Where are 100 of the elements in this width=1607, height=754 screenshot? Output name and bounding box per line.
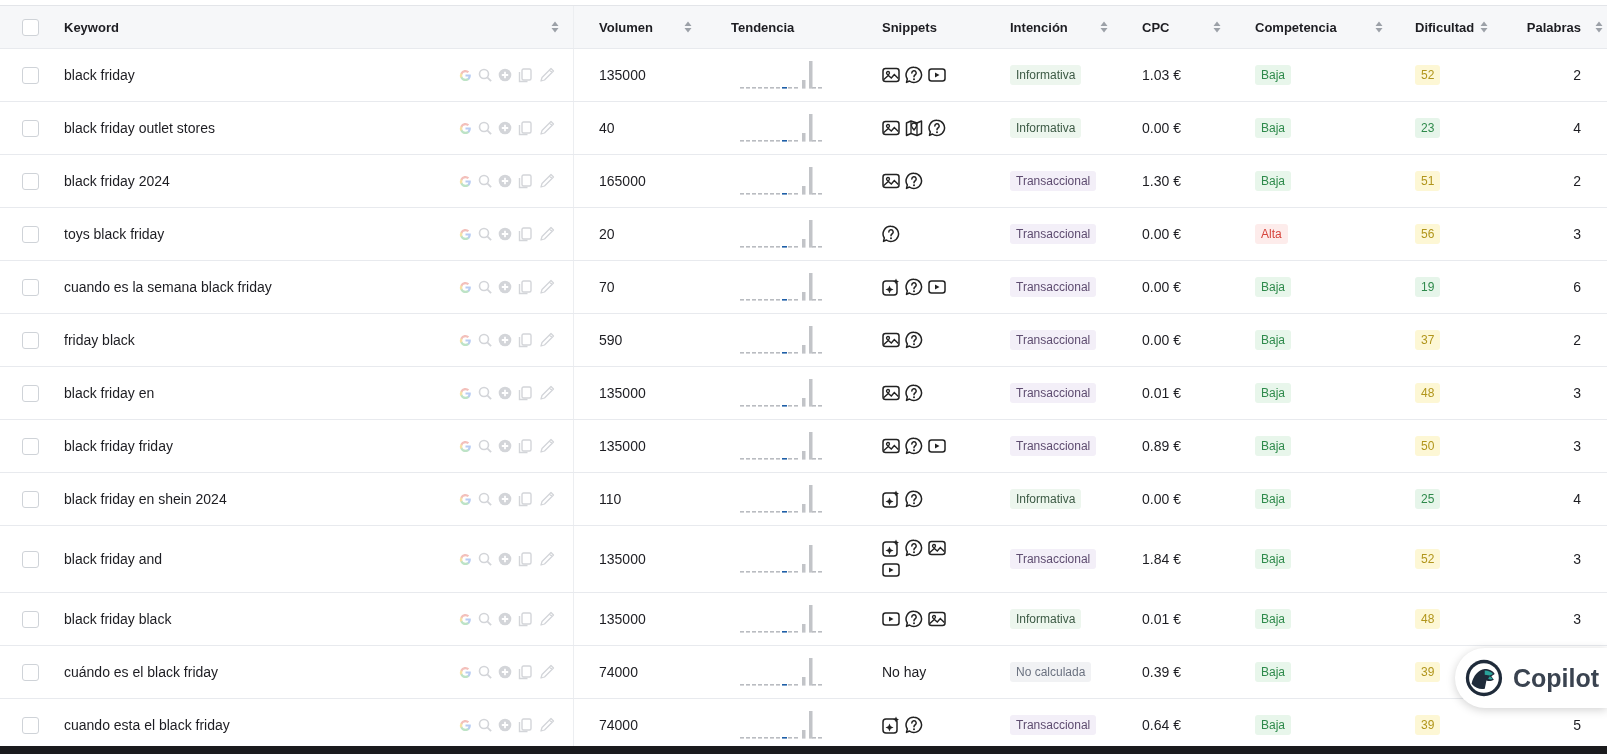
word-count: 4 (1573, 491, 1581, 507)
volume-text: 110 (599, 491, 622, 507)
keyword-text: toys black friday (64, 226, 165, 242)
competition-tag: Baja (1255, 662, 1292, 682)
competition-tag: Baja (1255, 118, 1292, 138)
word-count: 4 (1573, 120, 1581, 136)
cpc-text: 0.00 € (1142, 279, 1181, 295)
keyword-text: black friday outlet stores (64, 120, 215, 136)
volume-text: 590 (599, 332, 623, 348)
keyword-text: black friday and (64, 551, 163, 567)
column-header[interactable]: Keyword (64, 19, 119, 35)
word-count: 2 (1573, 67, 1581, 83)
cpc-text: 0.00 € (1142, 120, 1181, 136)
competition-tag: Baja (1255, 436, 1292, 456)
volume-text: 135000 (599, 67, 646, 83)
intent-tag: Informativa (1010, 65, 1082, 85)
difficulty-tag: 39 (1415, 662, 1441, 682)
volume-text: 135000 (599, 385, 646, 401)
keyword-text: cuándo es el black friday (64, 664, 219, 680)
difficulty-tag: 52 (1415, 549, 1441, 569)
difficulty-tag: 52 (1415, 65, 1441, 85)
keyword-text: black friday (64, 67, 135, 83)
intent-tag: Informativa (1010, 489, 1082, 509)
keyword-text: cuando esta el black friday (64, 717, 230, 733)
competition-tag: Baja (1255, 715, 1292, 735)
difficulty-tag: 19 (1415, 277, 1441, 297)
difficulty-tag: 37 (1415, 330, 1441, 350)
word-count: 3 (1573, 385, 1581, 401)
intent-tag: Transaccional (1010, 715, 1097, 735)
intent-tag: Transaccional (1010, 171, 1097, 191)
column-header[interactable]: Palabras (1526, 19, 1581, 35)
competition-tag: Baja (1255, 330, 1292, 350)
keyword-text: black friday friday (64, 438, 173, 454)
cpc-text: 0.01 € (1142, 385, 1181, 401)
volume-text: 70 (599, 279, 615, 295)
difficulty-tag: 48 (1415, 609, 1441, 629)
column-header[interactable]: Snippets (882, 19, 937, 35)
keyword-text: black friday black (64, 611, 172, 627)
intent-tag: No calculada (1010, 662, 1092, 682)
cpc-text: 0.00 € (1142, 332, 1181, 348)
competition-tag: Alta (1255, 224, 1288, 244)
competition-tag: Baja (1255, 489, 1292, 509)
keyword-text: cuando es la semana black friday (64, 279, 272, 295)
volume-text: 135000 (599, 611, 646, 627)
volume-text: 165000 (599, 173, 646, 189)
keyword-text: friday black (64, 332, 135, 348)
difficulty-tag: 23 (1415, 118, 1441, 138)
difficulty-tag: 39 (1415, 715, 1441, 735)
volume-text: 135000 (599, 551, 646, 567)
intent-tag: Transaccional (1010, 277, 1097, 297)
keyword-text: black friday en (64, 385, 155, 401)
cpc-text: 0.89 € (1142, 438, 1181, 454)
column-header[interactable]: Dificultad (1415, 19, 1475, 35)
intent-tag: Transaccional (1010, 330, 1097, 350)
column-header[interactable]: Competencia (1255, 19, 1337, 35)
competition-tag: Baja (1255, 549, 1292, 569)
competition-tag: Baja (1255, 277, 1292, 297)
keyword-text: black friday en shein 2024 (64, 491, 227, 507)
word-count: 3 (1573, 226, 1581, 242)
column-header[interactable]: Volumen (599, 19, 653, 35)
volume-text: 135000 (599, 438, 646, 454)
cpc-text: 0.64 € (1142, 717, 1181, 733)
cpc-text: 0.39 € (1142, 664, 1181, 680)
cpc-text: 1.30 € (1142, 173, 1181, 189)
intent-tag: Transaccional (1010, 383, 1097, 403)
word-count: 3 (1573, 611, 1581, 627)
cpc-text: 0.00 € (1142, 226, 1181, 242)
volume-text: 74000 (599, 717, 638, 733)
column-header[interactable]: Tendencia (731, 19, 795, 35)
column-header[interactable]: CPC (1142, 19, 1170, 35)
column-header[interactable]: Intención (1010, 19, 1068, 35)
copilot-label: Copilot (1512, 663, 1599, 693)
intent-tag: Informativa (1010, 609, 1082, 629)
competition-tag: Baja (1255, 65, 1292, 85)
intent-tag: Informativa (1010, 118, 1082, 138)
word-count: 2 (1573, 332, 1581, 348)
volume-text: 20 (599, 226, 615, 242)
difficulty-tag: 48 (1415, 383, 1441, 403)
volume-text: 40 (599, 120, 615, 136)
copilot-button[interactable]: Copilot (1455, 648, 1607, 708)
word-count: 5 (1573, 717, 1581, 733)
cpc-text: 1.03 € (1142, 67, 1181, 83)
difficulty-tag: 25 (1415, 489, 1441, 509)
intent-tag: Transaccional (1010, 224, 1097, 244)
difficulty-tag: 56 (1415, 224, 1441, 244)
word-count: 6 (1573, 279, 1581, 295)
competition-tag: Baja (1255, 609, 1292, 629)
cpc-text: 1.84 € (1142, 551, 1181, 567)
keyword-text: black friday 2024 (64, 173, 170, 189)
cpc-text: 0.01 € (1142, 611, 1181, 627)
competition-tag: Baja (1255, 383, 1292, 403)
difficulty-tag: 50 (1415, 436, 1441, 456)
word-count: 3 (1573, 551, 1581, 567)
intent-tag: Transaccional (1010, 549, 1097, 569)
snippets-text: No hay (882, 664, 927, 680)
word-count: 2 (1573, 173, 1581, 189)
volume-text: 74000 (599, 664, 638, 680)
cpc-text: 0.00 € (1142, 491, 1181, 507)
difficulty-tag: 51 (1415, 171, 1441, 191)
word-count: 3 (1573, 438, 1581, 454)
